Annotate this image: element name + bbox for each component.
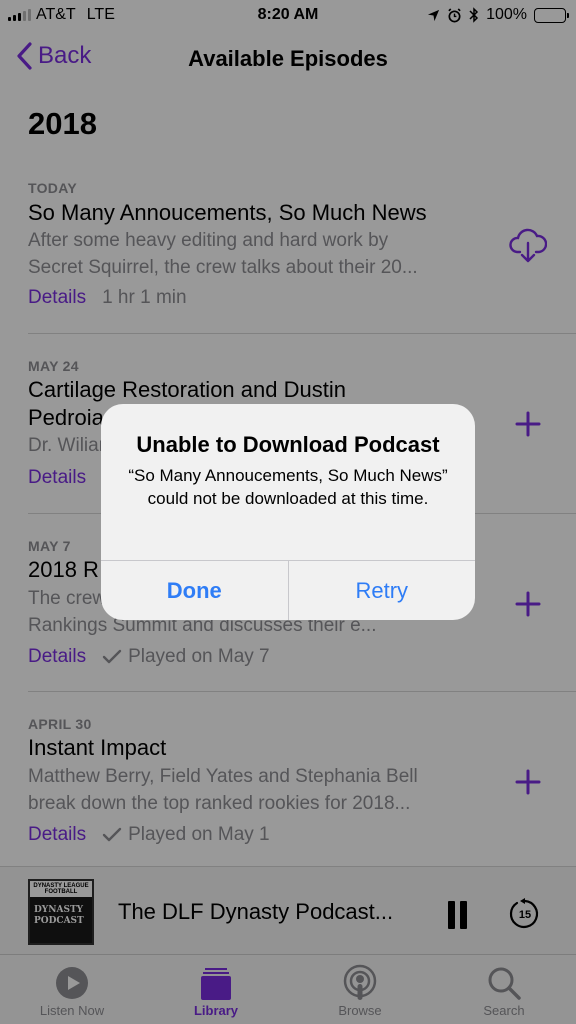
alert-dialog: Unable to Download Podcast “So Many Anno…	[101, 404, 475, 620]
alert-buttons: Done Retry	[101, 560, 475, 620]
alert-title: Unable to Download Podcast	[136, 432, 440, 457]
done-button[interactable]: Done	[101, 561, 288, 620]
alert-message: “So Many Annoucements, So Much News” cou…	[128, 466, 448, 508]
retry-button[interactable]: Retry	[287, 561, 476, 620]
